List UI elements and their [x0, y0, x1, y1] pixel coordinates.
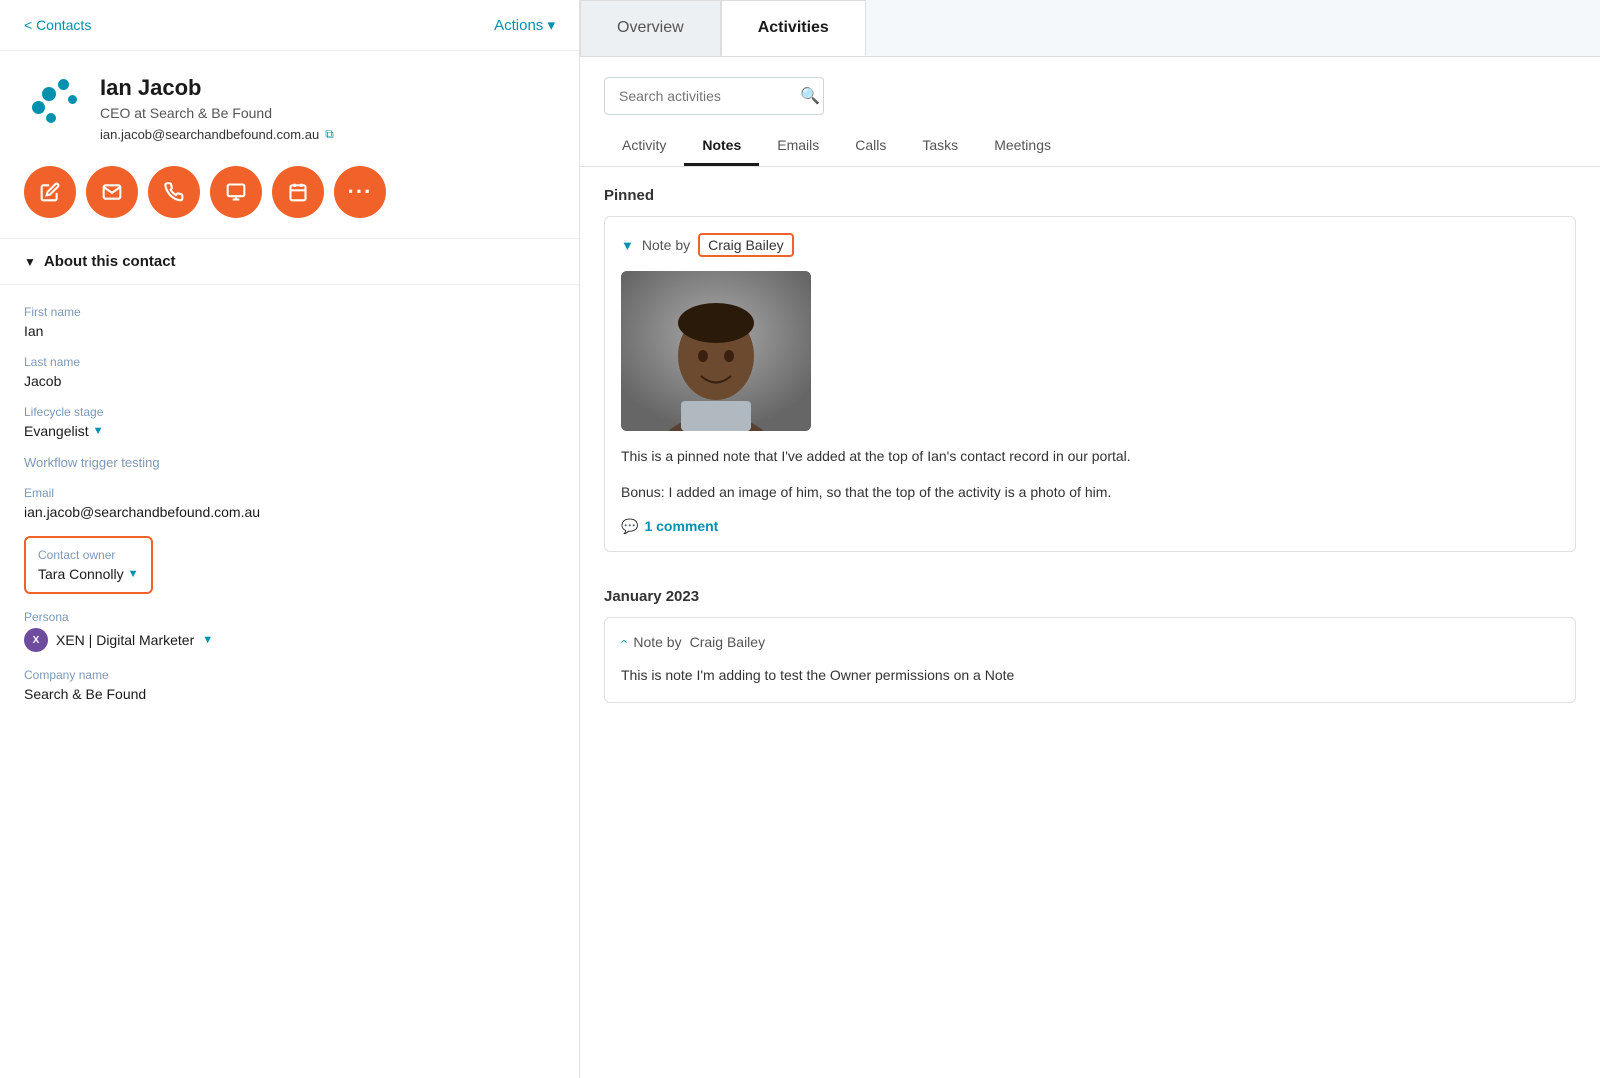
subtab-notes[interactable]: Notes — [684, 127, 759, 166]
jan-note-body: This is note I'm adding to test the Owne… — [621, 664, 1559, 686]
field-value-contact-owner[interactable]: Tara Connolly ▼ — [38, 566, 139, 582]
contact-title: CEO at Search & Be Found — [100, 105, 334, 121]
note-header: ▼ Note by Craig Bailey — [621, 233, 1559, 257]
field-lifecycle-stage: Lifecycle stage Evangelist ▼ — [24, 405, 555, 439]
note-photo — [621, 271, 811, 431]
action-buttons-row: ··· — [0, 158, 579, 238]
about-section-header[interactable]: ▼ About this contact — [0, 238, 579, 285]
pinned-note-card: ▼ Note by Craig Bailey — [604, 216, 1576, 552]
actions-button[interactable]: Actions ▾ — [494, 16, 555, 34]
lifecycle-dropdown-icon[interactable]: ▼ — [93, 425, 104, 437]
january-label: January 2023 — [604, 568, 1576, 617]
notes-content: Pinned ▼ Note by Craig Bailey — [580, 167, 1600, 703]
main-tabs: Overview Activities — [580, 0, 1600, 57]
left-panel: < Contacts Actions ▾ Ian Jacob CEO at Se… — [0, 0, 580, 1078]
lifecycle-value-text: Evangelist — [24, 423, 89, 439]
persona-dropdown-icon[interactable]: ▼ — [202, 634, 213, 646]
field-value-last-name: Jacob — [24, 373, 555, 389]
tab-activities[interactable]: Activities — [721, 0, 866, 56]
jan-note-chevron-icon[interactable]: › — [616, 640, 631, 644]
subtab-calls[interactable]: Calls — [837, 127, 904, 166]
persona-text: XEN | Digital Marketer — [56, 632, 194, 648]
comment-link[interactable]: 💬 1 comment — [621, 518, 1559, 535]
calendar-button[interactable] — [272, 166, 324, 218]
field-label-lifecycle: Lifecycle stage — [24, 405, 555, 419]
workflow-trigger-label: Workflow trigger testing — [24, 455, 555, 470]
note-body-line2: Bonus: I added an image of him, so that … — [621, 481, 1559, 503]
field-value-company: Search & Be Found — [24, 686, 555, 702]
field-label-first-name: First name — [24, 305, 555, 319]
field-label-email: Email — [24, 486, 555, 500]
contact-email: ian.jacob@searchandbefound.com.au — [100, 127, 319, 142]
field-email: Email ian.jacob@searchandbefound.com.au — [24, 486, 555, 520]
field-label-persona: Persona — [24, 610, 555, 624]
search-bar-row: 🔍 — [580, 57, 1600, 123]
field-value-persona[interactable]: X XEN | Digital Marketer ▼ — [24, 628, 555, 652]
contact-owner-dropdown-icon[interactable]: ▼ — [128, 568, 139, 580]
contact-owner-text: Tara Connolly — [38, 566, 124, 582]
contact-email-row: ian.jacob@searchandbefound.com.au ⧉ — [100, 127, 334, 142]
note-chevron-icon[interactable]: ▼ — [621, 238, 634, 253]
jan-note-author-prefix: Note by — [633, 634, 681, 650]
back-to-contacts-link[interactable]: < Contacts — [24, 17, 91, 33]
call-button[interactable] — [148, 166, 200, 218]
subtab-meetings[interactable]: Meetings — [976, 127, 1069, 166]
note-body-line1: This is a pinned note that I've added at… — [621, 445, 1559, 467]
email-button[interactable] — [86, 166, 138, 218]
subtab-emails[interactable]: Emails — [759, 127, 837, 166]
field-company-name: Company name Search & Be Found — [24, 668, 555, 702]
subtab-tasks[interactable]: Tasks — [904, 127, 976, 166]
search-icon: 🔍 — [800, 86, 820, 106]
contact-header: Ian Jacob CEO at Search & Be Found ian.j… — [0, 51, 579, 158]
tab-overview[interactable]: Overview — [580, 0, 721, 56]
contact-name: Ian Jacob — [100, 75, 334, 101]
field-label-company: Company name — [24, 668, 555, 682]
field-last-name: Last name Jacob — [24, 355, 555, 389]
about-section-title: About this contact — [44, 253, 176, 270]
comment-count-text: 1 comment — [644, 518, 718, 534]
pinned-label: Pinned — [604, 167, 1576, 216]
copy-email-icon[interactable]: ⧉ — [325, 127, 334, 142]
activity-subtabs: Activity Notes Emails Calls Tasks Meetin… — [580, 123, 1600, 167]
top-nav: < Contacts Actions ▾ — [0, 0, 579, 51]
contact-owner-box: Contact owner Tara Connolly ▼ — [24, 536, 153, 594]
more-button[interactable]: ··· — [334, 166, 386, 218]
jan-note-header: › Note by Craig Bailey — [621, 634, 1559, 650]
jan-note-author: Craig Bailey — [690, 634, 765, 650]
right-content-area: 🔍 Activity Notes Emails Calls Tasks Meet… — [580, 57, 1600, 1078]
field-label-contact-owner: Contact owner — [38, 548, 139, 562]
field-value-lifecycle[interactable]: Evangelist ▼ — [24, 423, 555, 439]
january-note-card: › Note by Craig Bailey This is note I'm … — [604, 617, 1576, 703]
search-input-wrap: 🔍 — [604, 77, 824, 115]
field-persona: Persona X XEN | Digital Marketer ▼ — [24, 610, 555, 652]
edit-button[interactable] — [24, 166, 76, 218]
persona-avatar: X — [24, 628, 48, 652]
right-panel: Overview Activities 🔍 Activity Notes Ema… — [580, 0, 1600, 1078]
about-section-body: First name Ian Last name Jacob Lifecycle… — [0, 285, 579, 738]
field-first-name: First name Ian — [24, 305, 555, 339]
note-author-prefix: Note by — [642, 237, 690, 253]
screen-button[interactable] — [210, 166, 262, 218]
note-author-name[interactable]: Craig Bailey — [698, 233, 793, 257]
field-value-email: ian.jacob@searchandbefound.com.au — [24, 504, 555, 520]
contact-info: Ian Jacob CEO at Search & Be Found ian.j… — [100, 75, 334, 142]
chevron-down-icon: ▼ — [24, 255, 36, 269]
field-value-first-name: Ian — [24, 323, 555, 339]
field-label-last-name: Last name — [24, 355, 555, 369]
comment-icon: 💬 — [621, 518, 638, 535]
contact-avatar — [24, 75, 84, 135]
search-activities-input[interactable] — [619, 88, 800, 104]
subtab-activity[interactable]: Activity — [604, 127, 684, 166]
